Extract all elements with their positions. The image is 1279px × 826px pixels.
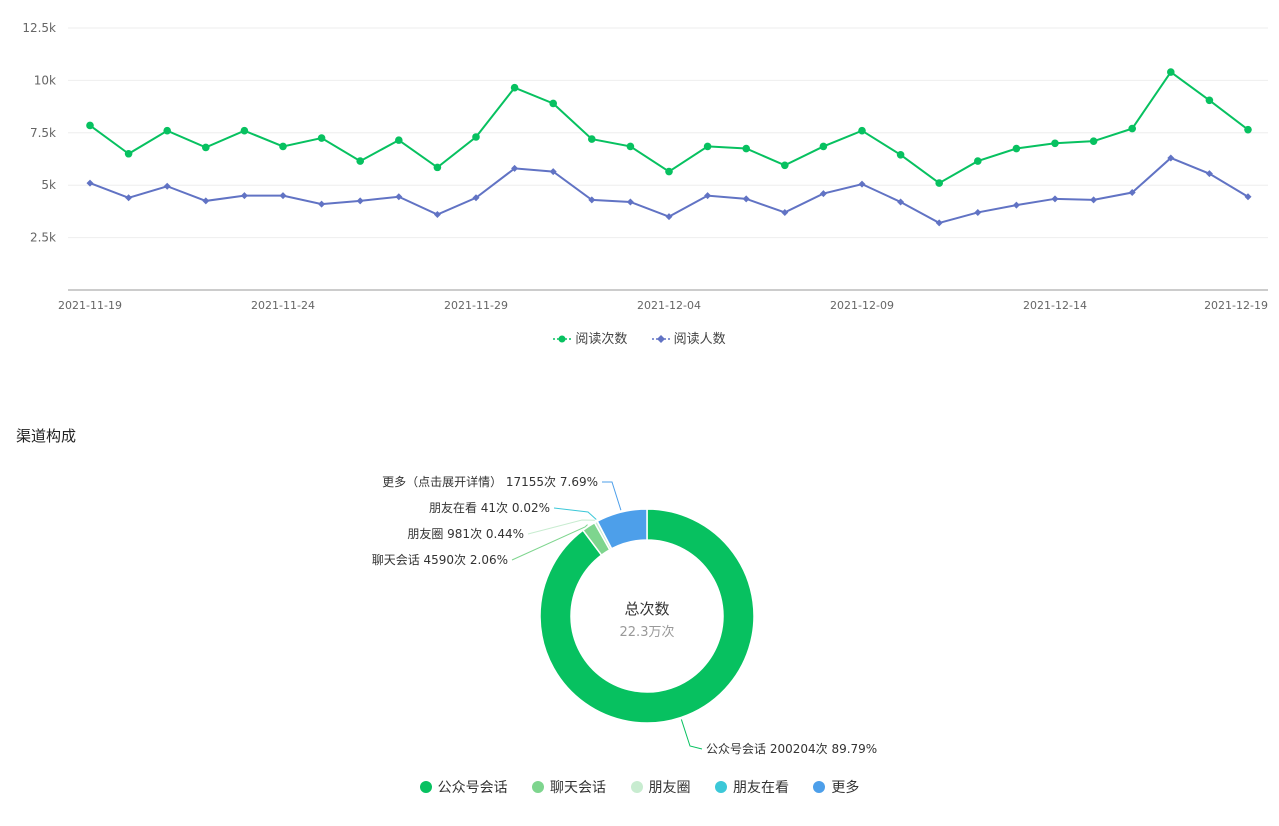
- data-point-reads[interactable]: [510, 83, 519, 92]
- data-point-reads[interactable]: [163, 126, 171, 135]
- x-tick-label: 2021-12-19: [1204, 299, 1268, 312]
- data-point-reads[interactable]: [86, 121, 94, 130]
- legend-dot-more: [813, 781, 826, 793]
- legend-item-more[interactable]: 更多: [813, 777, 859, 797]
- slice-label: 更多（点击展开详情） 17155次 7.69%: [382, 474, 598, 489]
- data-point-reads[interactable]: [202, 143, 210, 152]
- line-chart: 2.5k 5k 7.5k 10k 12.5k 2021-11-19 2021-11-24 20…: [22, 21, 1268, 312]
- donut-chart-legend: 公众号会话 聊天会话 朋友圈 朋友在看 更多: [0, 777, 1279, 797]
- slice-label-line: [680, 719, 703, 750]
- data-point-reads[interactable]: [896, 151, 905, 159]
- y-tick-label: 5k: [41, 178, 56, 192]
- data-point-reads[interactable]: [472, 133, 480, 141]
- data-point-reads[interactable]: [317, 134, 326, 142]
- data-point-reads[interactable]: [742, 144, 750, 153]
- legend-label-readers: 阅读人数: [673, 332, 726, 347]
- legend-label-reads: 阅读次数: [575, 332, 628, 347]
- legend-label-friends-watching: 朋友在看: [732, 780, 789, 796]
- y-tick-label: 7.5k: [30, 126, 56, 140]
- legend-item-readers[interactable]: 阅读人数: [651, 328, 726, 347]
- x-tick-label: 2021-11-19: [58, 299, 122, 312]
- slice-label-line: [553, 507, 597, 520]
- data-point-readers[interactable]: [858, 180, 866, 188]
- legend-marker-reads: [553, 333, 572, 343]
- data-point-readers[interactable]: [356, 197, 364, 205]
- data-point-reads[interactable]: [395, 136, 403, 144]
- legend-label-moments: 朋友圈: [648, 780, 691, 796]
- data-point-reads[interactable]: [1167, 68, 1175, 76]
- y-tick-label: 2.5k: [30, 231, 56, 245]
- data-point-reads[interactable]: [549, 99, 557, 108]
- x-tick-label: 2021-11-24: [251, 299, 315, 312]
- x-tick-label: 2021-12-09: [830, 299, 894, 312]
- data-point-reads[interactable]: [240, 126, 249, 135]
- legend-label-chat: 聊天会话: [550, 780, 607, 796]
- slice-label-line: [602, 481, 622, 511]
- data-point-readers[interactable]: [433, 211, 441, 219]
- data-point-reads[interactable]: [665, 167, 673, 176]
- data-point-reads[interactable]: [781, 161, 789, 170]
- section-title-channels: 渠道构成: [16, 427, 77, 445]
- data-point-readers[interactable]: [279, 192, 287, 200]
- data-point-reads[interactable]: [1089, 137, 1098, 145]
- donut-center-value: 22.3万次: [620, 624, 675, 640]
- x-tick-label: 2021-11-29: [444, 299, 508, 312]
- data-point-reads[interactable]: [1244, 125, 1252, 134]
- legend-dot-chat: [532, 781, 545, 793]
- legend-dot-friends-watching: [714, 781, 727, 793]
- legend-dot-moments: [630, 781, 643, 793]
- data-point-readers[interactable]: [318, 200, 326, 208]
- data-point-readers[interactable]: [781, 208, 789, 216]
- data-point-readers[interactable]: [1090, 196, 1098, 204]
- donut-center-title: 总次数: [624, 600, 669, 618]
- data-point-reads[interactable]: [433, 163, 442, 172]
- data-point-readers[interactable]: [819, 190, 827, 198]
- data-point-reads[interactable]: [819, 142, 828, 151]
- series-line-0: [89, 70, 1249, 185]
- legend-item-reads[interactable]: 阅读次数: [553, 328, 627, 347]
- data-point-reads[interactable]: [858, 126, 866, 135]
- y-tick-label: 12.5k: [22, 21, 56, 35]
- data-point-reads[interactable]: [974, 157, 982, 165]
- data-point-reads[interactable]: [626, 142, 635, 151]
- data-point-readers[interactable]: [742, 195, 750, 203]
- legend-label-more: 更多: [831, 780, 860, 796]
- data-point-readers[interactable]: [974, 208, 982, 216]
- slice-label: 朋友圈 981次 0.44%: [407, 527, 524, 541]
- data-point-readers[interactable]: [202, 197, 210, 205]
- data-point-readers[interactable]: [1051, 195, 1059, 203]
- data-point-readers[interactable]: [163, 182, 171, 190]
- x-tick-label: 2021-12-04: [637, 299, 701, 312]
- data-point-reads[interactable]: [279, 142, 287, 151]
- data-point-reads[interactable]: [1205, 96, 1214, 105]
- data-point-reads[interactable]: [356, 157, 365, 165]
- legend-item-moments[interactable]: 朋友圈: [630, 777, 691, 797]
- data-point-reads[interactable]: [935, 179, 943, 187]
- slice-label: 聊天会话 4590次 2.06%: [372, 553, 508, 567]
- data-point-readers[interactable]: [626, 198, 634, 206]
- data-point-readers[interactable]: [125, 194, 133, 202]
- data-point-readers[interactable]: [1012, 201, 1020, 209]
- legend-marker-readers: [651, 333, 670, 343]
- donut-chart: 总次数 22.3万次公众号会话 200204次 89.79% 聊天会话 4590次 …: [372, 474, 878, 756]
- data-point-reads[interactable]: [1051, 139, 1059, 148]
- legend-item-friends-watching[interactable]: 朋友在看: [714, 777, 789, 797]
- data-point-readers[interactable]: [395, 193, 403, 201]
- slice-label: 朋友在看 41次 0.02%: [429, 501, 550, 515]
- legend-label-official-chat: 公众号会话: [437, 780, 508, 796]
- legend-dot-official-chat: [419, 781, 432, 793]
- slice-label: 公众号会话 200204次 89.79%: [706, 742, 877, 756]
- data-point-reads[interactable]: [1128, 124, 1136, 133]
- data-point-reads[interactable]: [1012, 144, 1021, 153]
- data-point-reads[interactable]: [588, 135, 596, 143]
- x-tick-label: 2021-12-14: [1023, 299, 1087, 312]
- y-tick-label: 10k: [34, 73, 56, 87]
- data-point-reads[interactable]: [124, 149, 133, 158]
- line-chart-legend: 阅读次数 阅读人数: [0, 328, 1279, 348]
- data-point-readers[interactable]: [240, 192, 248, 200]
- legend-item-official-chat[interactable]: 公众号会话: [419, 777, 508, 797]
- data-point-reads[interactable]: [703, 142, 712, 151]
- legend-item-chat[interactable]: 聊天会话: [532, 777, 606, 797]
